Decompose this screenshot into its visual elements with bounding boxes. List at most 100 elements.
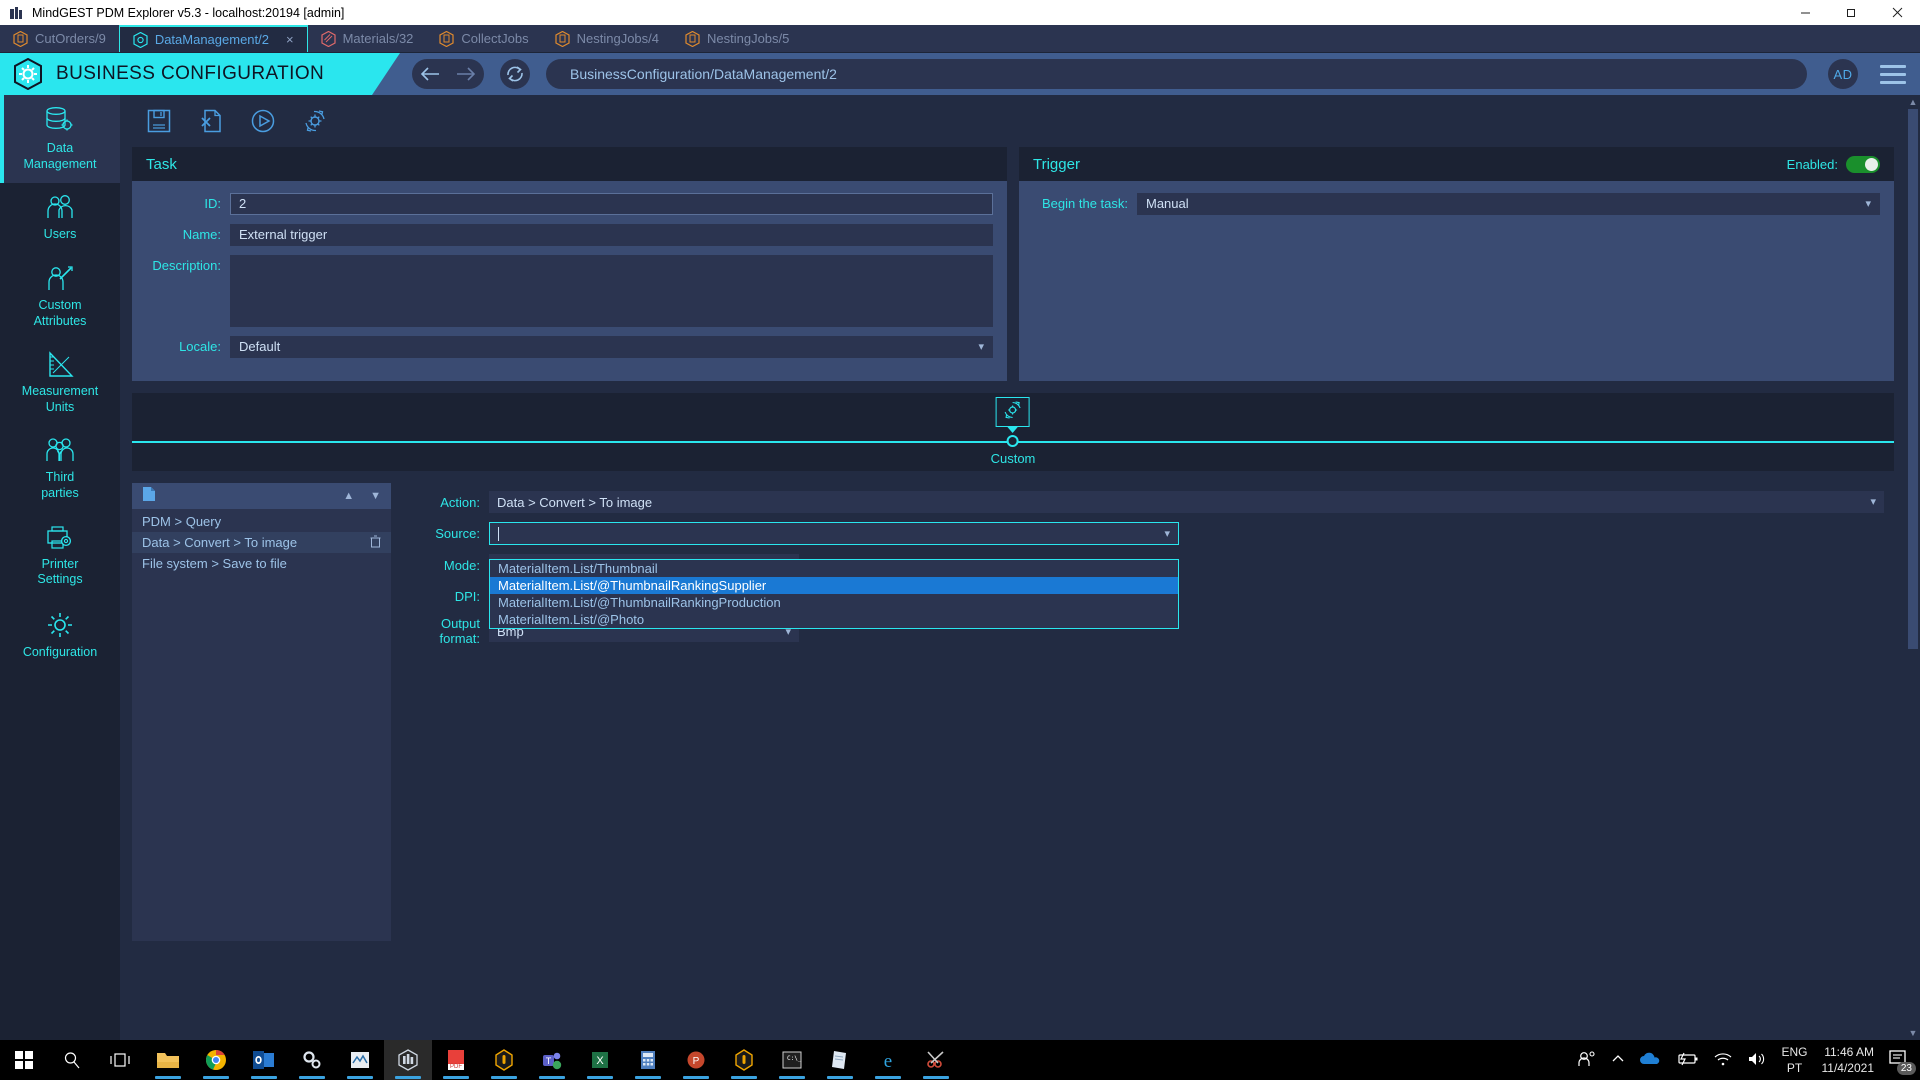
database-gear-icon [43, 106, 77, 136]
chevron-down-icon: ▾ [1870, 495, 1876, 508]
gear-refresh-icon[interactable] [302, 108, 328, 134]
sidebar-item-users[interactable]: Users [0, 183, 120, 254]
topsolid2-icon[interactable] [720, 1040, 768, 1080]
task-id-row: ID: 2 [146, 193, 993, 215]
task-panel-body: ID: 2 Name: External trigger Description… [132, 181, 1007, 381]
chevron-up-icon[interactable]: ▲ [343, 490, 354, 502]
sidebar-item-data-management[interactable]: Data Management [0, 95, 120, 184]
sidebar-item-measurement-units[interactable]: Measurement Units [0, 340, 120, 426]
sidebar-item-third-parties[interactable]: Third parties [0, 426, 120, 512]
media-app-icon[interactable] [336, 1040, 384, 1080]
maximize-button[interactable] [1828, 0, 1874, 25]
clock[interactable]: 11:46 AM 11/4/2021 [1822, 1044, 1875, 1076]
hamburger-icon[interactable] [1880, 65, 1906, 84]
tab-close-icon[interactable]: × [286, 32, 294, 47]
dropdown-option[interactable]: MaterialItem.List/Thumbnail [490, 560, 1178, 577]
sidebar-item-configuration[interactable]: Configuration [0, 599, 120, 672]
powerpoint-icon[interactable]: P [672, 1040, 720, 1080]
settings-gear-icon[interactable] [288, 1040, 336, 1080]
tab-datamanagement[interactable]: DataManagement/2 × [118, 25, 308, 52]
arrow-left-icon[interactable] [418, 65, 444, 83]
action-list-header: ▲ ▼ [132, 483, 391, 509]
sidebar-item-printer-settings[interactable]: Printer Settings [0, 513, 120, 599]
trigger-panel-header: Trigger Enabled: [1019, 147, 1894, 181]
topsolid-icon[interactable] [480, 1040, 528, 1080]
floppy-disk-icon[interactable] [146, 108, 172, 134]
tab-label: DataManagement/2 [154, 32, 269, 47]
scrollbar-track[interactable] [1906, 109, 1920, 1026]
task-locale-select[interactable]: Default ▾ [230, 336, 993, 358]
trigger-begin-select[interactable]: Manual ▾ [1137, 193, 1880, 215]
scroll-down-icon[interactable]: ▼ [1909, 1026, 1918, 1040]
task-description-label: Description: [152, 258, 221, 273]
list-item[interactable]: Data > Convert > To image [132, 532, 391, 553]
file-x-icon[interactable] [198, 108, 224, 134]
battery-charging-icon[interactable] [1675, 1052, 1699, 1069]
list-item[interactable]: File system > Save to file [132, 553, 391, 574]
avatar[interactable]: AD [1828, 59, 1858, 89]
tab-materials[interactable]: Materials/32 [308, 25, 427, 52]
scrollbar-thumb[interactable] [1908, 109, 1918, 649]
task-view-icon[interactable] [96, 1040, 144, 1080]
task-id-input[interactable]: 2 [230, 193, 993, 215]
onedrive-icon[interactable] [1639, 1052, 1661, 1069]
clock-time: 11:46 AM [1824, 1044, 1874, 1059]
dropdown-option[interactable]: MaterialItem.List/@ThumbnailRankingSuppl… [490, 577, 1178, 594]
play-circle-icon[interactable] [250, 108, 276, 134]
snipping-tool-icon[interactable] [912, 1040, 960, 1080]
tab-bar: CutOrders/9 DataManagement/2 × Materials… [0, 25, 1920, 53]
tab-label: NestingJobs/5 [707, 31, 790, 46]
source-input[interactable]: ▾ [489, 522, 1179, 545]
task-name-input[interactable]: External trigger [230, 224, 993, 246]
dropdown-option-label: MaterialItem.List/@Photo [498, 612, 645, 627]
workflow-node-custom[interactable]: Custom [991, 397, 1035, 466]
command-prompt-icon[interactable]: C:\_ [768, 1040, 816, 1080]
people-share-icon[interactable] [1577, 1050, 1597, 1071]
microsoft-teams-icon[interactable]: T [528, 1040, 576, 1080]
start-button[interactable] [0, 1040, 48, 1080]
printer-gear-icon [44, 524, 76, 552]
task-description-input[interactable] [230, 255, 993, 327]
vertical-scrollbar[interactable]: ▲ ▼ [1906, 95, 1920, 1040]
close-button[interactable] [1874, 0, 1920, 25]
dropdown-option[interactable]: MaterialItem.List/@ThumbnailRankingProdu… [490, 594, 1178, 611]
action-select[interactable]: Data > Convert > To image ▾ [489, 491, 1884, 513]
trigger-enabled-toggle[interactable] [1846, 155, 1880, 173]
excel-icon[interactable]: X [576, 1040, 624, 1080]
trash-icon[interactable] [370, 535, 381, 551]
minimize-button[interactable] [1782, 0, 1828, 25]
chevron-down-icon[interactable]: ▾ [1164, 527, 1170, 540]
window-controls [1782, 0, 1920, 25]
speaker-icon[interactable] [1747, 1051, 1767, 1070]
list-item[interactable]: PDM > Query [132, 511, 391, 532]
google-chrome-icon[interactable] [192, 1040, 240, 1080]
mindgest-icon[interactable] [384, 1040, 432, 1080]
tab-cutorders[interactable]: CutOrders/9 [0, 25, 119, 52]
language-indicator[interactable]: ENG PT [1781, 1044, 1807, 1076]
chevron-up-icon[interactable] [1611, 1053, 1625, 1067]
calculator-icon[interactable] [624, 1040, 672, 1080]
tab-nestingjobs-5[interactable]: NestingJobs/5 [672, 25, 802, 52]
file-icon[interactable] [142, 486, 156, 507]
refresh-button[interactable] [500, 59, 530, 89]
wifi-icon[interactable] [1713, 1052, 1733, 1069]
scroll-up-icon[interactable]: ▲ [1909, 95, 1918, 109]
search-icon[interactable] [48, 1040, 96, 1080]
header-brand: BUSINESS CONFIGURATION [0, 53, 400, 95]
url-bar[interactable]: BusinessConfiguration/DataManagement/2 [546, 59, 1807, 89]
outlook-icon[interactable] [240, 1040, 288, 1080]
sidebar-item-label: Users [43, 227, 77, 242]
ruler-triangle-icon [44, 351, 76, 379]
dropdown-option[interactable]: MaterialItem.List/@Photo [490, 611, 1178, 628]
notepad-icon[interactable] [816, 1040, 864, 1080]
url-text: BusinessConfiguration/DataManagement/2 [570, 66, 837, 82]
arrow-right-icon[interactable] [452, 65, 478, 83]
tab-collectjobs[interactable]: CollectJobs [426, 25, 541, 52]
chevron-down-icon[interactable]: ▼ [370, 490, 381, 502]
adobe-reader-icon[interactable]: PDF [432, 1040, 480, 1080]
internet-explorer-icon[interactable]: e [864, 1040, 912, 1080]
sidebar-item-custom-attributes[interactable]: Custom Attributes [0, 254, 120, 340]
notification-icon[interactable]: 23 [1888, 1049, 1916, 1075]
tab-nestingjobs-4[interactable]: NestingJobs/4 [542, 25, 672, 52]
file-explorer-icon[interactable] [144, 1040, 192, 1080]
